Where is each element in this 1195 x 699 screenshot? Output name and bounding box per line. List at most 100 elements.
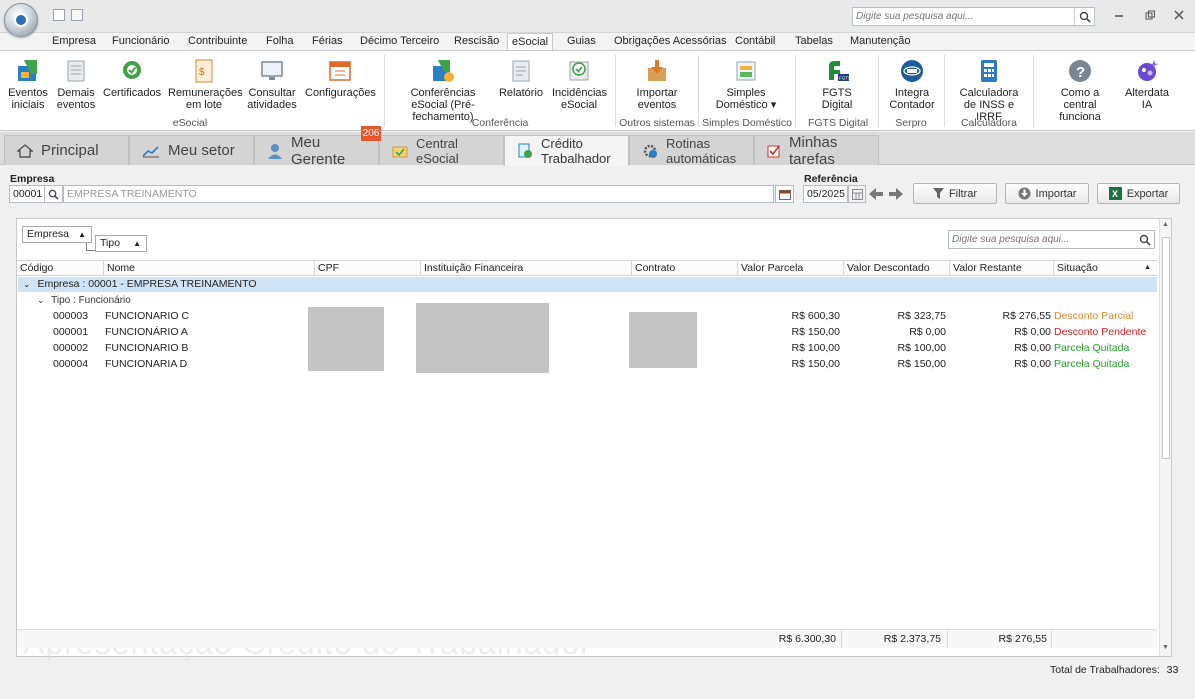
ribbon-tab-manutencao[interactable]: Manutenção	[846, 33, 915, 50]
certificados-button[interactable]: Certificados	[103, 58, 161, 99]
remuneracoes-button[interactable]: $ Remunerações em lote	[168, 58, 243, 111]
remuneracoes-icon: $	[195, 59, 213, 83]
ribbon-tab-funcionario[interactable]: Funcionário	[108, 33, 173, 50]
empresa-name-field[interactable]: EMPRESA TREINAMENTO	[63, 185, 774, 203]
calendar-icon	[778, 189, 791, 200]
alterdata-ia-button[interactable]: Alterdata IA	[1124, 58, 1170, 111]
integra-contador-button[interactable]: Integra Contador	[887, 58, 937, 111]
ribbon-tab-empresa[interactable]: Empresa	[48, 33, 100, 50]
ribbon-tab-decimo-terceiro[interactable]: Décimo Terceiro	[356, 33, 443, 50]
column-header-instituicao[interactable]: Instituição Financeira	[420, 261, 631, 276]
empresa-calendar-button[interactable]	[775, 185, 794, 203]
grid-search[interactable]	[948, 230, 1155, 249]
ribbon-tab-contribuinte[interactable]: Contribuinte	[184, 33, 251, 50]
table-row[interactable]: 000001 FUNCIONÁRIO A R$ 150,00 R$ 0,00 R$ 0,…	[17, 325, 1157, 341]
next-month-button[interactable]	[887, 185, 905, 203]
configuracoes-button[interactable]: Configurações	[305, 58, 376, 99]
tab-rotinas-automaticas[interactable]: Rotinas automáticas	[629, 135, 754, 166]
grid-search-input[interactable]	[949, 231, 1135, 248]
grid-view-icon[interactable]	[53, 9, 65, 21]
referencia-picker-button[interactable]	[848, 185, 866, 203]
group-separator	[1033, 55, 1034, 127]
chart-icon	[142, 144, 160, 158]
column-header-valor-restante[interactable]: Valor Restante	[949, 261, 1053, 276]
ribbon-tab-guias[interactable]: Guias	[563, 33, 600, 50]
scroll-down-icon[interactable]: ▼	[1162, 644, 1169, 651]
column-header-situacao[interactable]: Situação ▲	[1053, 261, 1157, 276]
calculadora-button[interactable]: Calculadora de INSS e IRRF	[955, 58, 1023, 123]
tab-credito-trabalhador[interactable]: Crédito Trabalhador	[504, 135, 629, 166]
chevron-down-icon[interactable]: ⌄	[37, 295, 45, 305]
como-central-funciona-button[interactable]: ? Como a central funciona	[1043, 58, 1117, 123]
table-row[interactable]: 000002 FUNCIONARIO B R$ 100,00 R$ 100,00 R$ …	[17, 341, 1157, 357]
app-menu-button[interactable]	[4, 3, 38, 37]
demais-eventos-button[interactable]: Demais eventos	[54, 58, 98, 111]
group-separator	[878, 55, 879, 127]
tab-central-esocial[interactable]: Central eSocial	[379, 135, 504, 166]
scrollbar-thumb[interactable]	[1162, 237, 1170, 459]
incidencias-button[interactable]: Incidências eSocial	[552, 58, 607, 111]
total-divider	[1051, 631, 1052, 648]
search-icon	[48, 189, 59, 200]
search-icon[interactable]	[1135, 231, 1154, 248]
column-header-codigo[interactable]: Código	[17, 261, 104, 276]
remuneracoes-label: Remunerações em lote	[168, 87, 243, 111]
ribbon-tab-rescisao[interactable]: Rescisão	[450, 33, 503, 50]
eventos-iniciais-button[interactable]: Eventos iniciais	[6, 58, 50, 111]
ribbon-tab-esocial[interactable]: eSocial	[507, 33, 554, 51]
tab-meu-setor[interactable]: Meu setor	[129, 135, 254, 165]
svg-text:X: X	[1112, 189, 1118, 199]
cell-valor-restante: R$ 0,00	[1014, 326, 1051, 338]
conferencias-button[interactable]: Conferências eSocial (Pré-fechamento)	[394, 58, 492, 123]
ribbon-tab-contabil[interactable]: Contábil	[731, 33, 779, 50]
consultar-atividades-button[interactable]: Consultar atividades	[247, 58, 297, 111]
help-icon: ?	[1069, 60, 1091, 82]
global-search[interactable]	[852, 7, 1095, 26]
minimize-icon[interactable]	[1111, 8, 1127, 22]
total-divider	[841, 631, 842, 648]
relatorio-button[interactable]: Relatório	[497, 58, 545, 99]
empresa-lookup-button[interactable]	[45, 185, 63, 203]
ribbon-tab-bar: Empresa Funcionário Contribuinte Folha F…	[0, 33, 1195, 51]
simples-domestico-icon	[736, 61, 756, 81]
exportar-button[interactable]: X Exportar	[1097, 183, 1180, 204]
document-icon[interactable]	[71, 9, 83, 21]
previous-month-button[interactable]	[867, 185, 885, 203]
column-header-valor-descontado[interactable]: Valor Descontado	[843, 261, 949, 276]
column-header-cpf[interactable]: CPF	[314, 261, 420, 276]
table-row[interactable]: 000004 FUNCIONARIA D R$ 150,00 R$ 150,00 R$ …	[17, 357, 1157, 373]
tab-principal[interactable]: Principal	[4, 135, 129, 165]
column-header-valor-parcela[interactable]: Valor Parcela	[737, 261, 843, 276]
ribbon-tab-ferias[interactable]: Férias	[308, 33, 347, 50]
referencia-field[interactable]: 05/2025	[803, 185, 848, 203]
ribbon-tab-tabelas[interactable]: Tabelas	[791, 33, 837, 50]
importar-button[interactable]: Importar	[1005, 183, 1089, 204]
simples-domestico-button[interactable]: Simples Doméstico ▾	[710, 58, 782, 111]
search-icon[interactable]	[1074, 8, 1094, 25]
ribbon-tab-folha[interactable]: Folha	[262, 33, 298, 50]
column-header-contrato[interactable]: Contrato	[631, 261, 737, 276]
table-row[interactable]: 000003 FUNCIONARIO C R$ 600,30 R$ 323,75 R$ …	[17, 309, 1157, 325]
group-row-empresa[interactable]: ⌄ Empresa : 00001 - EMPRESA TREINAMENTO	[18, 277, 1157, 292]
tab-minhas-tarefas[interactable]: Minhas tarefas	[754, 133, 879, 168]
group-by-tipo-chip[interactable]: Tipo ▲	[95, 235, 147, 252]
chevron-down-icon[interactable]: ⌄	[23, 279, 31, 289]
group-row-tipo[interactable]: ⌄ Tipo : Funcionário	[37, 293, 131, 308]
eventos-iniciais-label: Eventos iniciais	[8, 87, 48, 111]
column-header-nome[interactable]: Nome	[103, 261, 314, 276]
configuracoes-label: Configurações	[305, 87, 376, 99]
empresa-code-field[interactable]: 00001	[9, 185, 45, 203]
grid-scrollbar[interactable]: ▲ ▼	[1159, 219, 1171, 656]
global-search-input[interactable]	[853, 8, 1075, 25]
consultar-atividades-label: Consultar atividades	[247, 87, 297, 111]
close-icon[interactable]	[1171, 8, 1187, 22]
group-by-empresa-chip[interactable]: Empresa ▲	[22, 226, 92, 243]
filtrar-button[interactable]: Filtrar	[913, 183, 997, 204]
ribbon-tab-obrigacoes[interactable]: Obrigações Acessórias	[610, 33, 731, 50]
restore-icon[interactable]	[1142, 8, 1158, 22]
importar-eventos-button[interactable]: Importar eventos	[630, 58, 684, 111]
fgts-digital-button[interactable]: FGTS FGTS Digital	[812, 58, 862, 111]
tab-minhas-tarefas-label: Minhas tarefas	[789, 133, 838, 168]
scroll-up-icon[interactable]: ▲	[1162, 221, 1169, 228]
incidencias-icon	[569, 61, 589, 81]
